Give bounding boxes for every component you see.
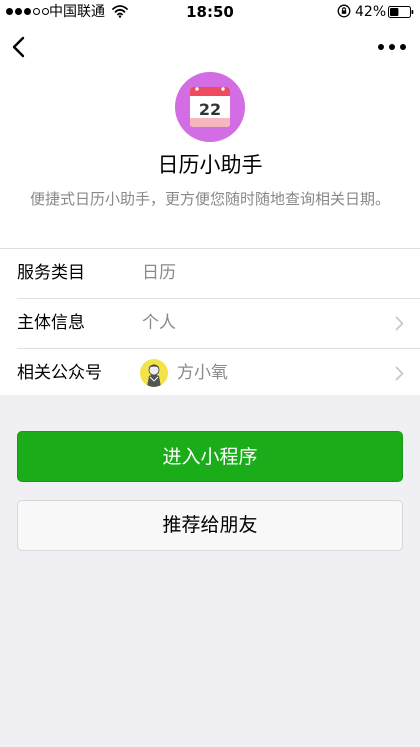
info-list: 服务类目 日历 主体信息 个人 相关公众号 方小氧: [0, 248, 420, 398]
app-description: 便捷式日历小助手，更方便您随时随地查询相关日期。: [29, 190, 390, 208]
account-avatar: [140, 359, 168, 387]
row-service-category: 服务类目 日历: [17, 249, 420, 299]
row-label: 主体信息: [17, 313, 85, 333]
battery-percentage: 42%: [355, 4, 387, 20]
mini-program-profile: 中国联通 18:50 42% 22 日历小助手 便捷式日历小助手，更方便您随时随…: [0, 0, 420, 395]
row-entity-info[interactable]: 主体信息 个人: [17, 299, 420, 349]
back-button[interactable]: [6, 32, 34, 62]
row-label: 服务类目: [17, 263, 85, 283]
mini-program-avatar: 22: [175, 72, 245, 142]
more-dots-icon[interactable]: [374, 36, 410, 58]
row-value: 方小氧: [177, 363, 228, 383]
rotation-lock-icon: [337, 4, 351, 18]
chevron-right-icon: [395, 316, 404, 331]
status-bar: 中国联通 18:50 42%: [0, 0, 420, 24]
row-value: 日历: [142, 263, 176, 283]
row-related-account[interactable]: 相关公众号 方小氧: [0, 349, 420, 398]
enter-mini-program-button[interactable]: 进入小程序: [17, 431, 403, 482]
calendar-day-number: 22: [199, 100, 221, 119]
recommend-to-friend-button[interactable]: 推荐给朋友: [17, 500, 403, 551]
row-label: 相关公众号: [17, 363, 102, 383]
chevron-right-icon: [395, 366, 404, 381]
app-title: 日历小助手: [157, 153, 263, 177]
battery-icon: [388, 6, 414, 18]
calendar-icon: 22: [190, 87, 230, 127]
row-value: 个人: [142, 313, 176, 333]
